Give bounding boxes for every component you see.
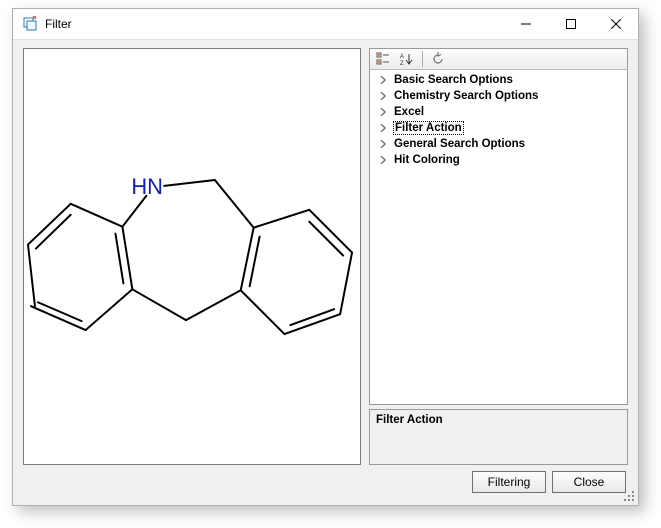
tree-item-label: Excel (394, 106, 424, 118)
close-window-button[interactable] (593, 9, 638, 39)
maximize-button[interactable] (548, 9, 593, 39)
tree-item-label: Chemistry Search Options (394, 90, 538, 102)
svg-text:Z: Z (400, 61, 404, 66)
tree-item-label: Filter Action (394, 122, 463, 134)
chevron-right-icon (378, 75, 388, 85)
property-toolbar: A Z (369, 48, 628, 70)
reset-button[interactable] (427, 50, 449, 68)
tree-item-chemistry-search-options[interactable]: Chemistry Search Options (370, 88, 627, 104)
nitrogen-label: HN (131, 174, 163, 199)
filtering-button[interactable]: Filtering (472, 471, 546, 493)
toolbar-separator (422, 51, 423, 67)
structure-editor[interactable]: HN (23, 48, 361, 465)
chevron-right-icon (378, 107, 388, 117)
tree-item-excel[interactable]: Excel (370, 104, 627, 120)
alphabetical-button[interactable]: A Z (396, 50, 418, 68)
resize-grip[interactable] (622, 489, 636, 503)
close-button[interactable]: Close (552, 471, 626, 493)
tree-item-hit-coloring[interactable]: Hit Coloring (370, 152, 627, 168)
tree-item-label: Hit Coloring (394, 154, 460, 166)
molecule-drawing: HN (24, 49, 360, 464)
svg-text:A: A (400, 54, 404, 60)
tree-item-filter-action[interactable]: Filter Action (370, 120, 627, 136)
chevron-right-icon (378, 155, 388, 165)
chevron-right-icon (378, 139, 388, 149)
property-tree[interactable]: Basic Search Options Chemistry Search Op… (369, 70, 628, 405)
chevron-right-icon (378, 123, 388, 133)
filter-dialog: Filter (12, 8, 639, 506)
tree-item-label: Basic Search Options (394, 74, 513, 86)
client-area: HN A (13, 39, 638, 505)
window-title: Filter (45, 17, 72, 31)
tree-item-label: General Search Options (394, 138, 525, 150)
app-icon (21, 15, 39, 33)
tree-item-basic-search-options[interactable]: Basic Search Options (370, 72, 627, 88)
categorized-button[interactable] (372, 50, 394, 68)
property-detail: Filter Action (369, 409, 628, 465)
tree-item-general-search-options[interactable]: General Search Options (370, 136, 627, 152)
minimize-button[interactable] (503, 9, 548, 39)
detail-title: Filter Action (376, 414, 621, 426)
titlebar: Filter (13, 9, 638, 39)
dialog-footer: Filtering Close (23, 465, 628, 499)
chevron-right-icon (378, 91, 388, 101)
